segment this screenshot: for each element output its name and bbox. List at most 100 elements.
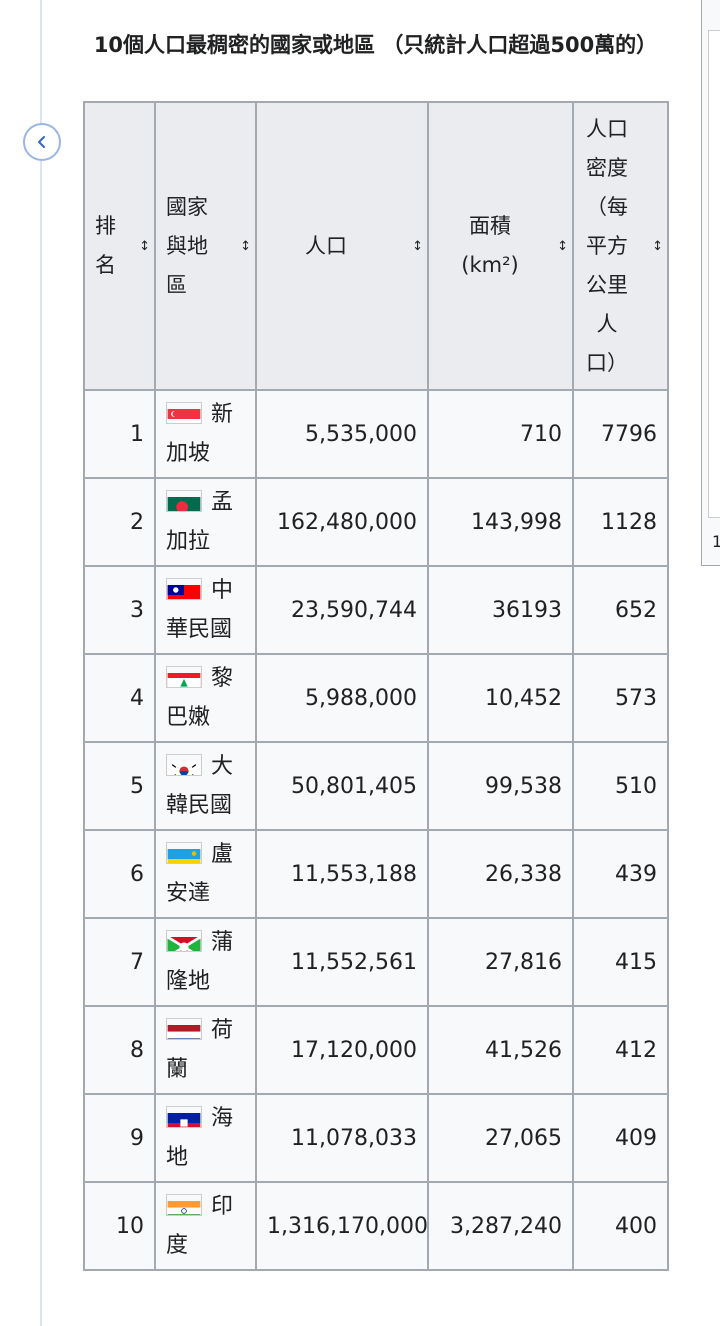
cell-country[interactable]: 海地 <box>154 1093 257 1183</box>
country-line-1: 海 <box>166 1099 245 1138</box>
table-caption: 10個人口最稠密的國家或地區 （只統計人口超過500萬的） <box>93 33 658 57</box>
header-country[interactable]: 國家與地區 ↕ <box>154 101 257 391</box>
cell-country[interactable]: 黎巴嫩 <box>154 653 257 743</box>
singapore-flag-icon <box>166 402 202 424</box>
cell-area: 27,065 <box>427 1093 574 1183</box>
country-line-1: 盧 <box>166 835 245 874</box>
cell-population: 17,120,000 <box>255 1005 429 1095</box>
country-name-part-2[interactable]: 華民國 <box>166 610 245 649</box>
cell-density: 400 <box>572 1181 669 1271</box>
header-density-label: 人口密度（每平方公里人口） <box>586 116 628 375</box>
header-population[interactable]: 人口 ↕ <box>255 101 429 391</box>
header-rank[interactable]: 排名 ↕ <box>83 101 156 391</box>
cell-area: 10,452 <box>427 653 574 743</box>
bangladesh-flag-icon <box>166 490 202 512</box>
country-name-part-1[interactable]: 海 <box>211 1106 233 1131</box>
cell-rank: 2 <box>83 477 156 567</box>
sort-icon: ↕ <box>240 238 251 254</box>
cell-population: 11,552,561 <box>255 917 429 1007</box>
country-line-1: 荷 <box>166 1011 245 1050</box>
country-line-1: 大 <box>166 747 245 786</box>
country-name-part-1[interactable]: 印 <box>211 1194 233 1219</box>
table-row: 9 海地 11,078,033 27,065 409 <box>83 1093 669 1183</box>
country-line-1: 黎 <box>166 659 245 698</box>
netherlands-flag-icon <box>166 1018 202 1040</box>
cell-country[interactable]: 印度 <box>154 1181 257 1271</box>
cell-rank: 9 <box>83 1093 156 1183</box>
cell-country[interactable]: 荷蘭 <box>154 1005 257 1095</box>
country-name-part-2[interactable]: 隆地 <box>166 962 245 1001</box>
cell-rank: 7 <box>83 917 156 1007</box>
country-name-part-1[interactable]: 新 <box>211 402 233 427</box>
header-area[interactable]: 面積(km²) ↕ <box>427 101 574 391</box>
header-rank-label: 排名 <box>95 214 116 277</box>
cell-density: 652 <box>572 565 669 655</box>
country-name-part-1[interactable]: 黎 <box>211 666 233 691</box>
country-name-part-1[interactable]: 盧 <box>211 842 233 867</box>
country-name-part-1[interactable]: 大 <box>211 754 233 779</box>
table-row: 6 盧安達 11,553,188 26,338 439 <box>83 829 669 919</box>
sort-icon: ↕ <box>412 238 423 254</box>
country-name-part-2[interactable]: 度 <box>166 1226 245 1265</box>
cell-density: 1128 <box>572 477 669 567</box>
cell-area: 27,816 <box>427 917 574 1007</box>
back-button[interactable] <box>23 123 61 161</box>
burundi-flag-icon <box>166 930 202 952</box>
table-row: 3 中華民國 23,590,744 36193 652 <box>83 565 669 655</box>
cell-rank: 4 <box>83 653 156 743</box>
cell-rank: 10 <box>83 1181 156 1271</box>
cell-country[interactable]: 大韓民國 <box>154 741 257 831</box>
cell-density: 409 <box>572 1093 669 1183</box>
table-row: 2 孟加拉 162,480,000 143,998 1128 <box>83 477 669 567</box>
header-density[interactable]: 人口密度（每平方公里人口） ↕ <box>572 101 669 391</box>
cell-population: 5,988,000 <box>255 653 429 743</box>
cell-density: 510 <box>572 741 669 831</box>
cell-country[interactable]: 孟加拉 <box>154 477 257 567</box>
cell-population: 5,535,000 <box>255 389 429 479</box>
cell-area: 143,998 <box>427 477 574 567</box>
density-table: 排名 ↕ 國家與地區 ↕ 人口 ↕ 面積(km²) ↕ 人口密度（每平方公里人口） ↕ 1… <box>83 101 669 1271</box>
cell-area: 41,526 <box>427 1005 574 1095</box>
country-name-part-2[interactable]: 巴嫩 <box>166 698 245 737</box>
cell-density: 415 <box>572 917 669 1007</box>
country-name-part-2[interactable]: 地 <box>166 1138 245 1177</box>
country-name-part-1[interactable]: 中 <box>211 578 233 603</box>
country-name-part-1[interactable]: 孟 <box>211 490 233 515</box>
chevron-left-icon <box>38 136 45 148</box>
table-row: 10 印度 1,316,170,000 3,287,240 400 <box>83 1181 669 1271</box>
cell-country[interactable]: 盧安達 <box>154 829 257 919</box>
country-line-1: 印 <box>166 1187 245 1226</box>
taiwan-flag-icon <box>166 578 202 600</box>
country-name-part-2[interactable]: 安達 <box>166 874 245 913</box>
cell-area: 3,287,240 <box>427 1181 574 1271</box>
south-korea-flag-icon <box>166 754 202 776</box>
country-name-part-1[interactable]: 蒲 <box>211 930 233 955</box>
haiti-flag-icon <box>166 1106 202 1128</box>
left-rail <box>40 0 42 1326</box>
country-name-part-2[interactable]: 加坡 <box>166 434 245 473</box>
country-line-1: 孟 <box>166 483 245 522</box>
lebanon-flag-icon <box>166 666 202 688</box>
cell-population: 23,590,744 <box>255 565 429 655</box>
rwanda-flag-icon <box>166 842 202 864</box>
cell-rank: 3 <box>83 565 156 655</box>
cell-density: 439 <box>572 829 669 919</box>
cell-rank: 5 <box>83 741 156 831</box>
cell-country[interactable]: 蒲隆地 <box>154 917 257 1007</box>
cell-population: 162,480,000 <box>255 477 429 567</box>
cell-rank: 1 <box>83 389 156 479</box>
country-name-part-2[interactable]: 蘭 <box>166 1050 245 1089</box>
cell-country[interactable]: 新加坡 <box>154 389 257 479</box>
header-area-label: 面積(km²) <box>461 214 519 277</box>
table-row: 7 蒲隆地 11,552,561 27,816 415 <box>83 917 669 1007</box>
india-flag-icon <box>166 1194 202 1216</box>
cell-country[interactable]: 中華民國 <box>154 565 257 655</box>
country-line-1: 新 <box>166 395 245 434</box>
cell-area: 710 <box>427 389 574 479</box>
header-population-label: 人口 <box>305 233 347 258</box>
cell-area: 99,538 <box>427 741 574 831</box>
country-name-part-2[interactable]: 加拉 <box>166 522 245 561</box>
country-name-part-2[interactable]: 韓民國 <box>166 786 245 825</box>
sort-icon: ↕ <box>652 238 663 254</box>
country-name-part-1[interactable]: 荷 <box>211 1018 233 1043</box>
